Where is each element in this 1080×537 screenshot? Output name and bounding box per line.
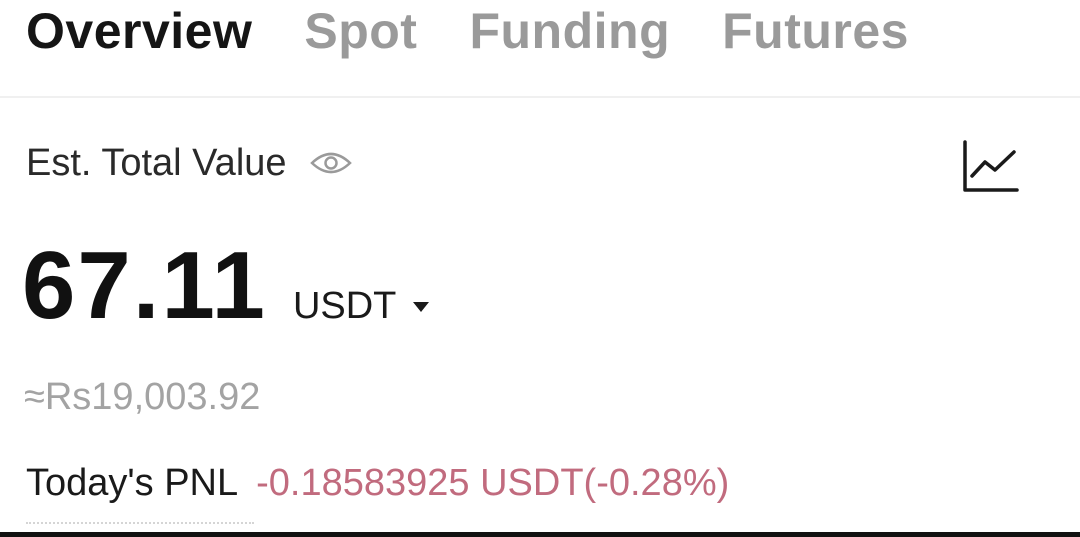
pnl-value: -0.18583925 USDT(-0.28%) [256, 462, 730, 504]
total-value-label: Est. Total Value [26, 142, 287, 184]
tab-futures[interactable]: Futures [722, 0, 909, 56]
total-value-row: 67.11 USDT [22, 238, 430, 334]
currency-label: USDT [292, 285, 397, 327]
currency-dropdown[interactable]: USDT [293, 287, 430, 325]
tab-divider [0, 96, 1080, 98]
pnl-row[interactable]: Today's PNL -0.18583925 USDT(-0.28%) [26, 464, 729, 502]
total-value-amount: 67.11 [22, 232, 267, 339]
tab-bar: Overview Spot Funding Futures [26, 0, 1080, 96]
caret-down-icon [412, 300, 430, 312]
tab-spot[interactable]: Spot [304, 0, 417, 56]
tab-overview[interactable]: Overview [26, 0, 252, 56]
tab-funding[interactable]: Funding [469, 0, 670, 56]
pnl-label-underline [26, 522, 254, 525]
total-value-header: Est. Total Value [26, 144, 353, 182]
pnl-label: Today's PNL [26, 462, 239, 504]
line-chart-icon[interactable] [960, 138, 1020, 196]
fiat-approx-value: ≈Rs19,003.92 [24, 376, 261, 418]
eye-icon[interactable] [309, 148, 353, 178]
bottom-edge [0, 532, 1080, 537]
